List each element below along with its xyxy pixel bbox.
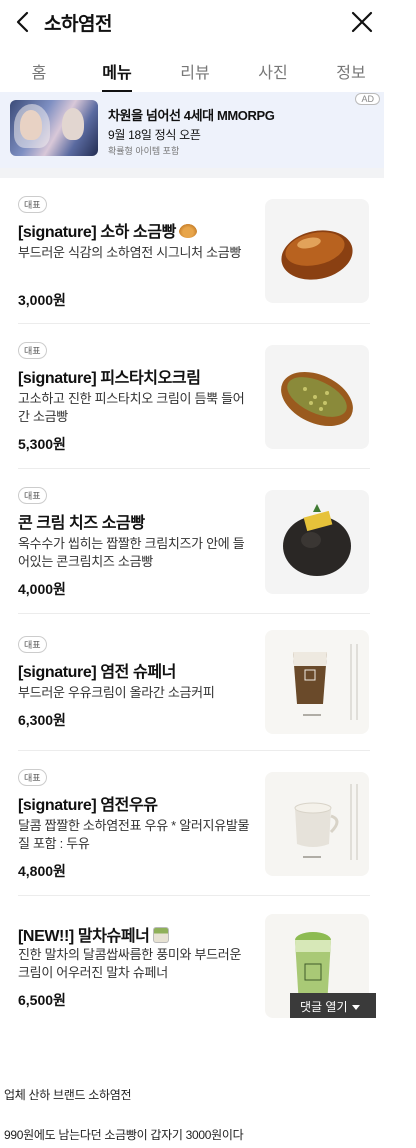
menu-list: 대표 [signature] 소하 소금빵 부드러운 식감의 소하염전 시그니처… — [18, 178, 370, 1024]
menu-item-photo — [265, 199, 369, 303]
representative-badge: 대표 — [18, 196, 47, 213]
menu-item-price: 4,000원 — [18, 581, 66, 597]
menu-item[interactable]: 대표 [signature] 소하 소금빵 부드러운 식감의 소하염전 시그니처… — [18, 178, 370, 324]
menu-item-price: 5,300원 — [18, 436, 66, 452]
representative-badge: 대표 — [18, 487, 47, 504]
menu-item-price: 4,800원 — [18, 863, 66, 879]
chevron-left-icon[interactable] — [10, 8, 38, 36]
ad-title: 차원을 넘어선 4세대 MMORPG — [108, 108, 275, 123]
ad-badge[interactable]: AD — [355, 93, 380, 105]
menu-item-name: [NEW!!] 말차슈페너 — [18, 922, 169, 946]
open-comments-button[interactable]: 댓글 열기 — [290, 993, 376, 1018]
representative-badge: 대표 — [18, 636, 47, 653]
ad-note: 확률형 아이템 포함 — [108, 146, 180, 156]
menu-item-photo — [265, 772, 369, 876]
ad-banner[interactable]: 차원을 넘어선 4세대 MMORPG 9월 18일 정식 오픈 확률형 아이템 … — [0, 92, 384, 168]
menu-item-description: 달콤 짭짤한 소하염전표 우유 * 알러지유발물질 포함 : 두유 — [18, 818, 250, 851]
menu-item-name: 콘 크림 치즈 소금빵 — [18, 515, 145, 532]
page-title: 소하염전 — [44, 14, 112, 35]
menu-item-name: [signature] 염전 슈페너 — [18, 664, 176, 681]
menu-item-price: 3,000원 — [18, 292, 66, 308]
menu-item-name-text: [NEW!!] 말차슈페너 — [18, 928, 150, 945]
menu-item-name: [signature] 피스타치오크림 — [18, 370, 201, 387]
menu-item[interactable]: 대표 [signature] 피스타치오크림 고소하고 진한 피스타치오 크림이… — [18, 324, 370, 469]
menu-item-price: 6,500원 — [18, 992, 66, 1008]
representative-badge: 대표 — [18, 769, 47, 786]
representative-badge: 대표 — [18, 342, 47, 359]
comment-text: 990원에도 남는다던 소금빵이 갑자기 3000원이다 — [4, 1128, 244, 1142]
caret-down-icon — [351, 1005, 360, 1010]
menu-item-name-text: [signature] 소하 소금빵 — [18, 224, 176, 241]
menu-item-photo — [265, 345, 369, 449]
menu-item-name: [signature] 염전우유 — [18, 797, 158, 814]
menu-item-description: 진한 말차의 달콤쌉싸름한 풍미와 부드러운 크림이 어우러진 말차 슈페너 — [18, 947, 242, 980]
menu-item-description: 고소하고 진한 피스타치오 크림이 듬뿍 들어간 소금빵 — [18, 391, 245, 424]
comment-text: 업체 산하 브랜드 소하염전 — [4, 1088, 132, 1102]
menu-item-name: [signature] 소하 소금빵 — [18, 218, 197, 242]
menu-item-description: 부드러운 식감의 소하염전 시그니처 소금빵 — [18, 245, 242, 260]
section-divider — [0, 168, 384, 178]
ad-thumbnail — [10, 100, 98, 156]
menu-item-description: 부드러운 우유크림이 올라간 소금커피 — [18, 685, 215, 700]
menu-item-price: 6,300원 — [18, 712, 66, 728]
menu-item[interactable]: 대표 콘 크림 치즈 소금빵 옥수수가 씹히는 짭짤한 크림치즈가 안에 들어있… — [18, 469, 370, 614]
ad-subtitle: 9월 18일 정식 오픈 — [108, 128, 201, 142]
tab-home[interactable]: 홈 — [0, 50, 78, 92]
tab-info[interactable]: 정보 — [312, 50, 390, 92]
open-comments-label: 댓글 열기 — [300, 1000, 348, 1014]
tab-bar: 홈 메뉴 리뷰 사진 정보 — [0, 50, 390, 92]
tab-reviews[interactable]: 리뷰 — [156, 50, 234, 92]
menu-item[interactable]: 대표 [signature] 염전 슈페너 부드러운 우유크림이 올라간 소금커… — [18, 614, 370, 751]
croissant-icon — [178, 224, 197, 238]
menu-item-photo — [265, 630, 369, 734]
close-icon[interactable] — [348, 8, 376, 36]
top-bar: 소하염전 — [0, 0, 416, 44]
menu-item-photo — [265, 490, 369, 594]
tab-photos[interactable]: 사진 — [234, 50, 312, 92]
menu-item-description: 옥수수가 씹히는 짭짤한 크림치즈가 안에 들어있는 콘크림치즈 소금빵 — [18, 536, 245, 569]
matcha-cup-icon — [152, 927, 169, 943]
menu-item[interactable]: 대표 [signature] 염전우유 달콤 짭짤한 소하염전표 우유 * 알러… — [18, 751, 370, 896]
tab-menu[interactable]: 메뉴 — [78, 50, 156, 92]
